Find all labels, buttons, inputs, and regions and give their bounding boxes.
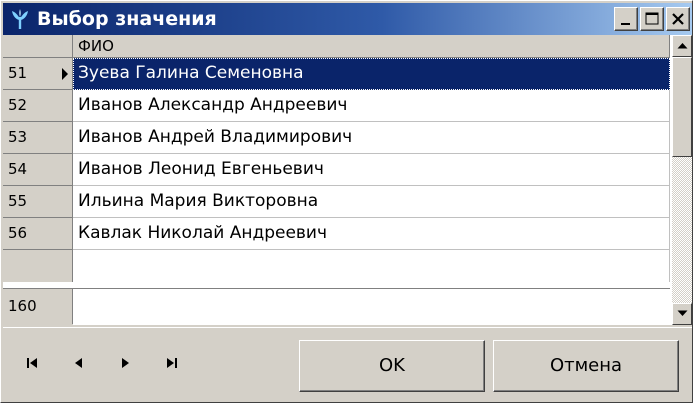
table-row[interactable]: 56 Кавлак Николай Андреевич [3,218,670,250]
table-row[interactable]: 55 Ильина Мария Викторовна [3,186,670,218]
empty-row [3,250,670,282]
next-record-icon [122,358,129,368]
name-cell[interactable]: Зуева Галина Семеновна [73,58,670,90]
current-row-pointer-icon [62,68,68,80]
row-number: 54 [3,154,73,186]
table-row[interactable]: 51 Зуева Галина Семеновна [3,58,670,90]
arrow-down-icon [677,310,688,316]
bottom-panel: OK Отмена [3,327,692,401]
first-record-button[interactable] [19,352,49,376]
previous-record-button[interactable] [65,352,95,376]
table-row[interactable]: 52 Иванов Александр Андреевич [3,90,670,122]
name-cell[interactable]: Иванов Александр Андреевич [73,90,670,122]
ok-button[interactable]: OK [299,340,485,392]
title-bar[interactable]: Выбор значения [3,3,692,35]
name-cell[interactable]: Ильина Мария Викторовна [73,186,670,218]
minimize-button[interactable] [614,7,638,31]
row-number: 53 [3,122,73,154]
name-cell[interactable]: Иванов Андрей Владимирович [73,122,670,154]
maximize-icon [645,12,659,25]
next-record-button[interactable] [111,352,141,376]
row-number: 56 [3,218,73,250]
row-number: 55 [3,186,73,218]
scroll-up-button[interactable] [672,35,692,57]
record-count: 160 [3,289,73,324]
minimize-icon [621,23,630,25]
vertical-scrollbar[interactable] [672,35,692,325]
first-record-icon [27,358,37,368]
name-cell[interactable]: Кавлак Николай Андреевич [73,218,670,250]
close-icon [672,13,684,25]
plant-sprout-icon [9,8,31,30]
last-record-button[interactable] [157,352,187,376]
grid-footer: 160 [3,288,670,324]
window-title: Выбор значения [37,8,217,30]
table-row[interactable]: 54 Иванов Леонид Евгеньевич [3,154,670,186]
row-number-empty [3,250,73,282]
last-record-icon [167,358,177,368]
cancel-button[interactable]: Отмена [493,340,679,392]
arrow-up-icon [677,43,688,49]
indicator-header [3,35,73,58]
names-grid[interactable]: ФИО 51 Зуева Галина Семеновна 52 Иванов … [3,35,692,325]
close-button[interactable] [666,7,690,31]
scroll-down-button[interactable] [672,303,692,325]
column-header-fio[interactable]: ФИО [73,35,670,58]
footer-cell [73,289,670,324]
maximize-button[interactable] [640,7,664,31]
table-row[interactable]: 53 Иванов Андрей Владимирович [3,122,670,154]
previous-record-icon [75,358,82,368]
value-selection-dialog: Выбор значения ФИО 51 Зуева Галина Семен… [0,0,693,403]
row-number: 52 [3,90,73,122]
name-cell[interactable]: Иванов Леонид Евгеньевич [73,154,670,186]
empty-cell [73,250,670,282]
scroll-thumb[interactable] [672,57,692,157]
